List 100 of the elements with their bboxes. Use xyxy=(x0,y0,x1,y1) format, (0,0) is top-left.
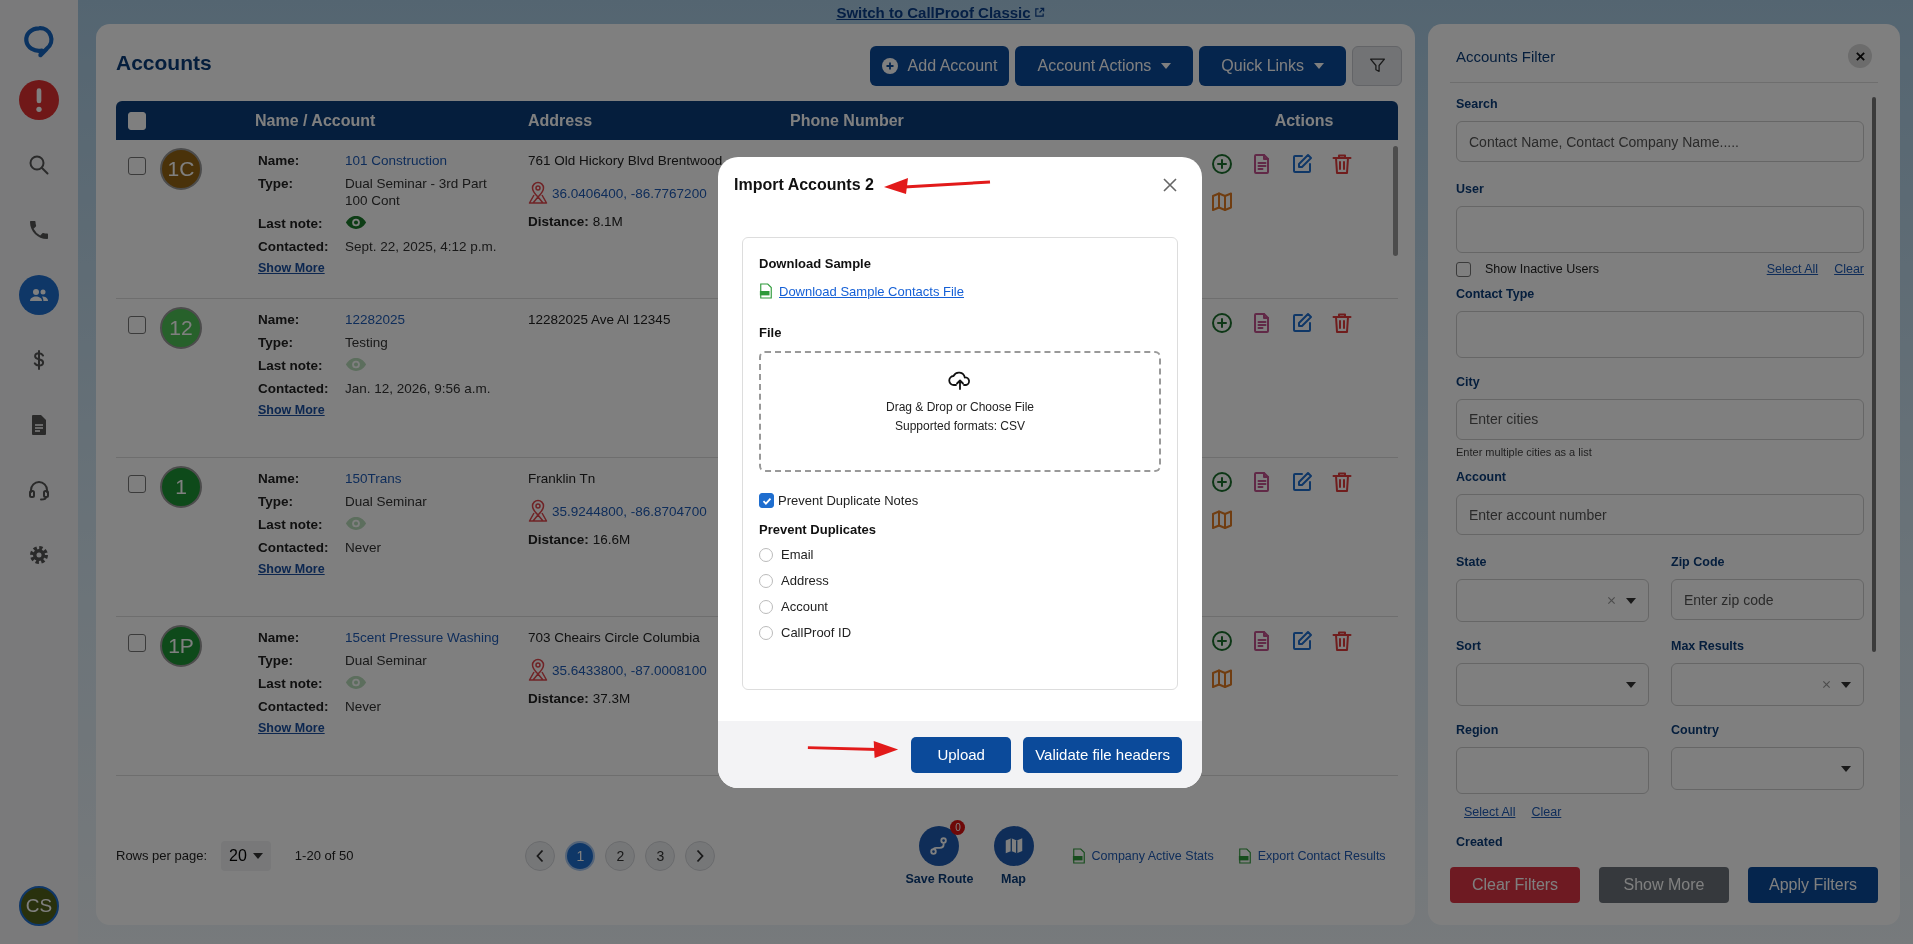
button-label[interactable]: Map xyxy=(1001,871,1026,886)
field-value: Never xyxy=(345,698,382,715)
button-label[interactable]: Save Route xyxy=(905,871,974,886)
count-badge: 0 xyxy=(950,819,966,835)
field-label: Contacted: xyxy=(258,539,330,556)
column-header: Address xyxy=(528,111,594,130)
trash-icon[interactable] xyxy=(1330,629,1354,653)
dialog-button[interactable]: Upload xyxy=(911,736,1012,773)
sidebar-item[interactable] xyxy=(19,275,59,315)
input-field[interactable]: Enter account number xyxy=(1456,494,1864,536)
text-link[interactable]: Select All xyxy=(1464,805,1516,819)
input-field[interactable] xyxy=(1456,205,1864,253)
text-link[interactable]: Select All xyxy=(1766,262,1819,277)
download-link[interactable]: Download Sample Contacts File xyxy=(779,283,964,299)
chevron-right-icon xyxy=(695,848,706,863)
select-field[interactable] xyxy=(1671,747,1864,790)
scrollbar[interactable] xyxy=(1872,97,1876,652)
close-button[interactable] xyxy=(1848,44,1872,68)
next-page-button[interactable] xyxy=(685,840,716,871)
address-text: Franklin Tn xyxy=(528,470,596,487)
plus-circle-icon[interactable] xyxy=(1210,311,1234,335)
input-field[interactable]: Enter cities xyxy=(1456,398,1864,440)
show-more-link[interactable]: Show More xyxy=(258,562,325,576)
trash-icon[interactable] xyxy=(1330,152,1354,176)
edit-icon[interactable] xyxy=(1290,152,1314,176)
select-field[interactable] xyxy=(1671,663,1864,706)
show-more-link[interactable]: Show More xyxy=(258,403,325,417)
row-checkbox[interactable] xyxy=(128,157,146,176)
trash-icon[interactable] xyxy=(1330,470,1354,494)
trash-icon[interactable] xyxy=(1330,311,1354,335)
page-button[interactable]: 1 xyxy=(565,840,596,871)
previous-page-button[interactable] xyxy=(525,840,556,871)
checkbox[interactable] xyxy=(759,493,774,508)
filter-action-button[interactable]: Show More xyxy=(1599,867,1729,903)
dropdown-button[interactable]: Quick Links xyxy=(1199,45,1346,86)
filter-action-button[interactable]: Clear Filters xyxy=(1450,867,1580,903)
filter-button[interactable] xyxy=(1352,45,1402,86)
page-button[interactable]: 2 xyxy=(605,840,636,871)
address-text: 761 Old Hickory Blvd Brentwood xyxy=(528,152,723,169)
coordinates-link[interactable]: 35.9244800, -86.8704700 xyxy=(552,502,707,520)
caret-icon xyxy=(1626,597,1636,604)
coordinates-link[interactable]: 35.6433800, -87.0008100 xyxy=(552,661,707,679)
drop-text: Drag & Drop or Choose File xyxy=(885,399,1035,416)
map-icon[interactable] xyxy=(1210,508,1234,532)
drop-zone[interactable]: Drag & Drop or Choose File Supported formats: CSV xyxy=(759,351,1161,472)
text-link[interactable]: Clear xyxy=(1531,805,1562,819)
add-account-button[interactable]: Add Account xyxy=(869,45,1010,86)
account-link[interactable]: 150Trans xyxy=(345,470,507,487)
dropdown-button[interactable]: Account Actions xyxy=(1015,45,1194,86)
show-more-link[interactable]: Show More xyxy=(258,721,325,735)
text-link[interactable]: Clear xyxy=(1834,262,1864,277)
clear-icon[interactable] xyxy=(1607,596,1616,605)
plus-circle-icon[interactable] xyxy=(1210,152,1234,176)
show-more-link[interactable]: Show More xyxy=(258,261,325,275)
input-field[interactable] xyxy=(1456,747,1649,794)
rows-per-page-label: Rows per page: xyxy=(116,848,208,863)
logo-icon[interactable] xyxy=(22,24,56,58)
input-field[interactable]: Enter zip code xyxy=(1671,579,1864,620)
map-icon[interactable] xyxy=(1210,667,1234,691)
account-link[interactable]: 15cent Pressure Washing xyxy=(345,629,507,646)
field-label: Created xyxy=(1456,835,1504,849)
plus-circle-icon[interactable] xyxy=(1210,470,1234,494)
user-avatar[interactable]: CS xyxy=(19,886,59,926)
field-label: Search xyxy=(1456,97,1499,111)
edit-icon[interactable] xyxy=(1290,629,1314,653)
select-field[interactable] xyxy=(1456,579,1649,622)
filter-icon xyxy=(1368,57,1386,74)
field-label: Distance: xyxy=(528,690,589,707)
clear-icon[interactable] xyxy=(1822,680,1831,689)
row-checkbox[interactable] xyxy=(128,316,146,335)
checkbox[interactable] xyxy=(1456,261,1471,277)
close-icon xyxy=(1854,50,1866,62)
field-value: Never xyxy=(345,539,382,556)
dialog-button[interactable]: Validate file headers xyxy=(1023,736,1182,773)
export-link[interactable]: Export Contact Results xyxy=(1257,848,1386,863)
column-header: Name / Account xyxy=(255,111,377,130)
select-all-checkbox[interactable] xyxy=(128,111,146,130)
input-field[interactable]: Contact Name, Contact Company Name..... xyxy=(1456,121,1864,162)
edit-icon[interactable] xyxy=(1290,311,1314,335)
input-field[interactable] xyxy=(1456,310,1864,358)
edit-icon[interactable] xyxy=(1290,470,1314,494)
select-field[interactable] xyxy=(1456,663,1649,706)
section-heading: Prevent Duplicates xyxy=(759,522,878,537)
eye-icon[interactable] xyxy=(345,215,367,230)
row-checkbox[interactable] xyxy=(128,634,146,653)
coordinates-link[interactable]: 36.0406400, -86.7767200 xyxy=(552,184,707,202)
plus-circle-icon[interactable] xyxy=(1210,629,1234,653)
account-link[interactable]: 101 Construction xyxy=(345,152,507,169)
filter-action-button[interactable]: Apply Filters xyxy=(1748,867,1878,903)
export-link[interactable]: Company Active Stats xyxy=(1091,848,1214,863)
sidebar-item[interactable] xyxy=(19,80,59,120)
caret-icon xyxy=(1161,62,1172,69)
page-button[interactable]: 3 xyxy=(645,840,676,871)
help-text: Enter multiple cities as a list xyxy=(1456,446,1593,459)
map-icon[interactable] xyxy=(1210,190,1234,214)
scrollbar[interactable] xyxy=(1393,146,1398,256)
switch-link[interactable]: Switch to CallProof Classic xyxy=(836,3,1045,21)
rows-per-page-select[interactable]: 20 xyxy=(221,840,271,871)
row-checkbox[interactable] xyxy=(128,475,146,494)
account-link[interactable]: 12282025 xyxy=(345,311,507,328)
